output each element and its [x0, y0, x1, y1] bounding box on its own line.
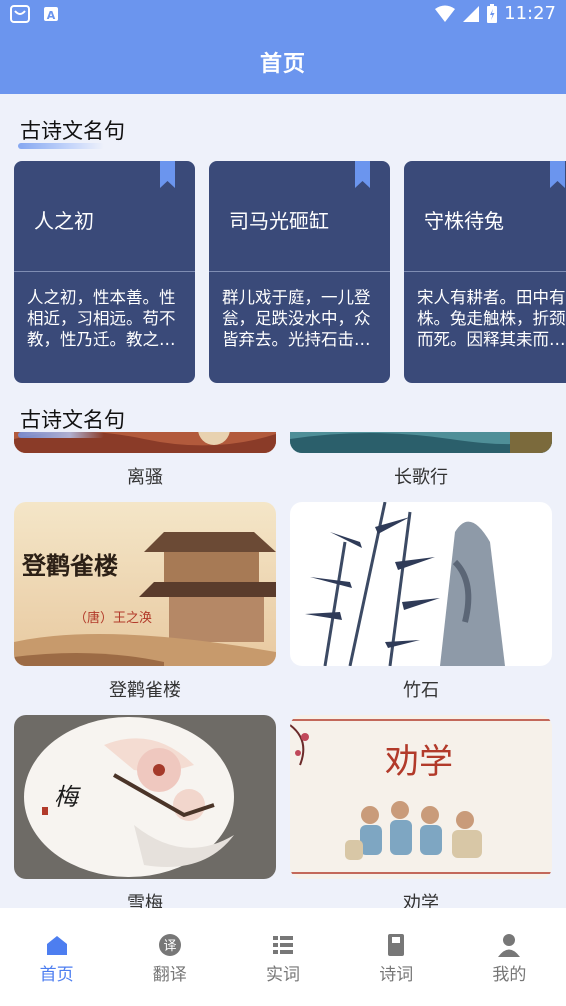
poem-tile-changgexing[interactable]: 长歌行: [290, 432, 552, 489]
poem-tile-zhushi[interactable]: 竹石: [290, 502, 552, 702]
quote-card[interactable]: 守株待兔 宋人有耕者。田中有株。兔走触株，折颈而死。因释其耒而守株，冀复得兔。: [404, 161, 566, 383]
famous-lines-carousel[interactable]: 人之初 人之初，性本善。性相近，习相远。苟不教，性乃迁。教之道，贵以专。 司马光…: [14, 161, 566, 385]
poem-title: 雪梅: [127, 893, 163, 908]
section-title-text: 古诗文名句: [20, 119, 125, 143]
quote-card-title: 司马光砸缸: [229, 209, 329, 233]
cover-art-title: 登鹳雀楼: [21, 551, 118, 580]
poem-title: 劝学: [403, 893, 439, 908]
svg-text:A: A: [47, 9, 56, 22]
poem-cover-image: [290, 432, 552, 453]
quote-card-text: 宋人有耕者。田中有株。兔走触株，折颈而死。因释其耒而守株，冀复得兔。: [417, 288, 566, 349]
poem-tile-xuemei[interactable]: 梅 雪梅: [14, 715, 276, 908]
nav-poetry[interactable]: 诗词: [340, 908, 453, 1006]
quote-card-text: 人之初，性本善。性相近，习相远。苟不教，性乃迁。教之道，贵以专。: [27, 288, 176, 349]
bookmark-icon[interactable]: [355, 161, 370, 188]
section-underline: [18, 143, 104, 149]
poem-cover-image: 劝学: [290, 715, 552, 879]
list-icon: [273, 936, 293, 954]
bottom-navigation: 首页 译 翻译 实词 诗词 我的: [0, 908, 566, 1006]
nav-translate[interactable]: 译 翻译: [113, 908, 226, 1006]
poem-tile-lisao[interactable]: 离骚: [14, 432, 276, 489]
status-time: 11:27: [504, 3, 556, 24]
cover-art-title: 梅: [54, 783, 81, 811]
card-divider: [14, 271, 195, 272]
app-header: 首页: [0, 30, 566, 94]
poem-cover-image: 梅: [14, 715, 276, 879]
poem-title: 离骚: [127, 467, 163, 488]
nav-label: 我的: [492, 965, 527, 985]
battery-icon: [487, 3, 498, 23]
notification-app-icon: [10, 5, 30, 23]
svg-text:译: 译: [163, 939, 176, 954]
cover-art-subtitle: （唐）王之涣: [74, 610, 152, 626]
card-divider: [209, 271, 390, 272]
section-underline: [18, 432, 104, 438]
nav-label: 首页: [39, 965, 74, 985]
nav-home[interactable]: 首页: [0, 908, 113, 1006]
quote-card[interactable]: 司马光砸缸 群儿戏于庭，一儿登瓮，足跌没水中，众皆弃去。光持石击瓮破之，水迸，儿…: [209, 161, 390, 383]
quote-card-title: 人之初: [34, 209, 94, 233]
cover-art-title: 劝学: [385, 742, 453, 782]
section-title-famous-lines: 古诗文名句: [18, 115, 125, 149]
page-title: 首页: [259, 52, 306, 77]
section-title-text: 古诗文名句: [20, 408, 125, 432]
user-icon: [498, 934, 521, 957]
section-title-poems: 古诗文名句: [18, 404, 125, 438]
poem-title: 长歌行: [394, 467, 448, 488]
quote-card-text: 群儿戏于庭，一儿登瓮，足跌没水中，众皆弃去。光持石击瓮破之，水迸，儿得活。: [222, 288, 371, 349]
card-divider: [404, 271, 566, 272]
poem-tile-quanxue[interactable]: 劝学 劝学: [290, 715, 552, 908]
nav-label: 诗词: [379, 965, 414, 985]
status-bar: A 11:27: [0, 0, 566, 30]
poem-cover-image: 登鹳雀楼 （唐）王之涣: [14, 502, 276, 666]
nav-words[interactable]: 实词: [226, 908, 339, 1006]
nav-label: 实词: [266, 965, 300, 985]
quote-card-title: 守株待兔: [424, 209, 504, 233]
poem-cover-image: [290, 502, 552, 666]
nav-profile[interactable]: 我的: [453, 908, 566, 1006]
poem-tile-dengguanquelou[interactable]: 登鹳雀楼 （唐）王之涣 登鹳雀楼: [14, 502, 276, 702]
poem-grid[interactable]: 离骚 长歌行 登鹳雀楼 （唐）王之涣 登鹳雀楼 竹石 梅 雪梅 劝学 劝学: [0, 432, 566, 908]
quote-card[interactable]: 人之初 人之初，性本善。性相近，习相远。苟不教，性乃迁。教之道，贵以专。: [14, 161, 195, 383]
bookmark-icon[interactable]: [160, 161, 175, 188]
cell-signal-icon: [463, 5, 480, 22]
nav-label: 翻译: [152, 965, 187, 985]
poem-title: 竹石: [403, 680, 439, 701]
wifi-icon: [435, 5, 456, 22]
home-icon: [46, 936, 67, 955]
poem-title: 登鹳雀楼: [109, 680, 181, 701]
keyboard-a-icon: A: [44, 7, 58, 22]
bookmark-icon[interactable]: [550, 161, 565, 188]
translate-icon: 译: [158, 934, 181, 956]
book-icon: [388, 934, 405, 956]
